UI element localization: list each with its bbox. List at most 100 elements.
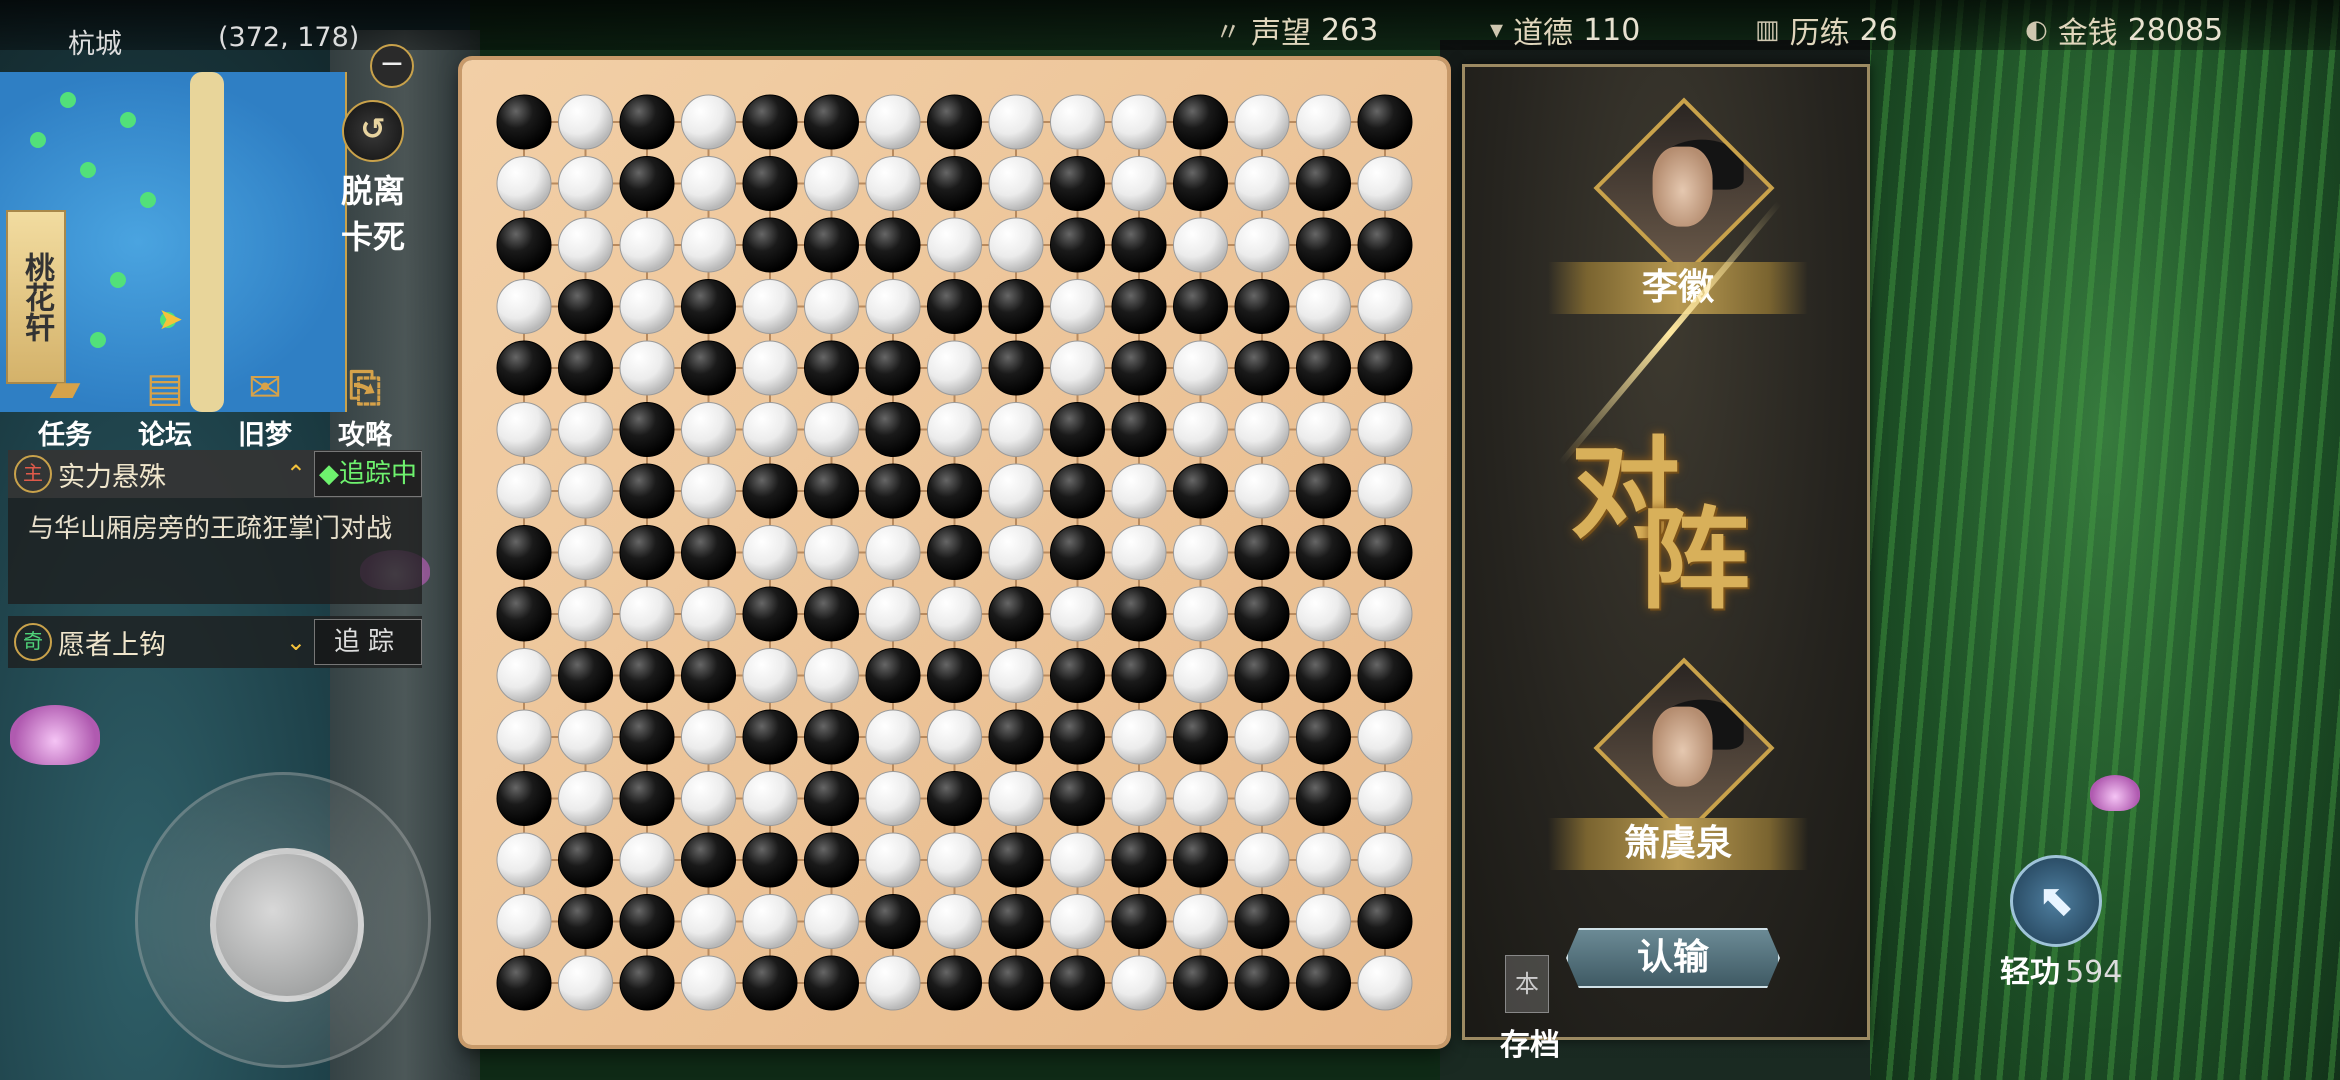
black-stone[interactable] [865,648,921,703]
white-stone[interactable] [1234,156,1290,211]
white-stone[interactable] [742,771,798,826]
black-stone[interactable] [865,217,921,273]
black-stone[interactable] [1111,217,1167,273]
black-stone[interactable] [496,771,552,826]
white-stone[interactable] [1234,402,1290,457]
black-stone[interactable] [1234,340,1290,396]
black-stone[interactable] [496,340,552,396]
white-stone[interactable] [742,525,798,580]
black-stone[interactable] [742,955,798,1011]
black-stone[interactable] [1050,217,1105,273]
white-stone[interactable] [927,402,982,457]
white-stone[interactable] [927,832,982,888]
white-stone[interactable] [558,709,613,765]
black-stone[interactable] [558,279,613,334]
black-stone[interactable] [988,832,1044,888]
white-stone[interactable] [1357,832,1413,888]
white-stone[interactable] [1357,586,1413,642]
white-stone[interactable] [1173,402,1228,457]
white-stone[interactable] [927,894,982,949]
white-stone[interactable] [865,279,921,334]
white-stone[interactable] [804,402,859,457]
black-stone[interactable] [804,832,859,888]
go-board[interactable] [462,60,1447,1045]
black-stone[interactable] [1296,525,1351,580]
black-stone[interactable] [1173,279,1228,334]
white-stone[interactable] [496,648,552,703]
black-stone[interactable] [927,94,982,150]
white-stone[interactable] [1357,463,1413,519]
white-stone[interactable] [927,586,982,642]
black-stone[interactable] [1050,463,1105,519]
black-stone[interactable] [742,832,798,888]
black-stone[interactable] [927,525,982,580]
white-stone[interactable] [558,94,613,150]
black-stone[interactable] [1234,586,1290,642]
black-stone[interactable] [1234,648,1290,703]
black-stone[interactable] [742,463,798,519]
white-stone[interactable] [681,955,736,1011]
black-stone[interactable] [619,894,675,949]
black-stone[interactable] [558,832,613,888]
white-stone[interactable] [865,709,921,765]
white-stone[interactable] [496,894,552,949]
black-stone[interactable] [1111,340,1167,396]
white-stone[interactable] [742,894,798,949]
save-icon[interactable]: 本 [1505,955,1549,1013]
black-stone[interactable] [988,340,1044,396]
white-stone[interactable] [1296,402,1351,457]
black-stone[interactable] [1050,648,1105,703]
black-stone[interactable] [1050,525,1105,580]
white-stone[interactable] [988,94,1044,150]
white-stone[interactable] [1234,832,1290,888]
black-stone[interactable] [927,279,982,334]
black-stone[interactable] [1050,955,1105,1011]
black-stone[interactable] [804,463,859,519]
black-stone[interactable] [1234,525,1290,580]
white-stone[interactable] [988,648,1044,703]
black-stone[interactable] [804,217,859,273]
black-stone[interactable] [619,94,675,150]
black-stone[interactable] [1050,709,1105,765]
white-stone[interactable] [865,94,921,150]
black-stone[interactable] [1357,894,1413,949]
black-stone[interactable] [988,279,1044,334]
black-stone[interactable] [681,832,736,888]
white-stone[interactable] [1296,894,1351,949]
white-stone[interactable] [1357,709,1413,765]
white-stone[interactable] [1296,832,1351,888]
white-stone[interactable] [1357,279,1413,334]
white-stone[interactable] [619,279,675,334]
black-stone[interactable] [1173,955,1228,1011]
black-stone[interactable] [865,402,921,457]
white-stone[interactable] [742,648,798,703]
black-stone[interactable] [1050,402,1105,457]
main-quest-header[interactable]: 主 实力悬殊 ⌃ ◆追踪中 [8,450,422,498]
white-stone[interactable] [1234,94,1290,150]
white-stone[interactable] [558,402,613,457]
black-stone[interactable] [558,894,613,949]
white-stone[interactable] [1050,340,1105,396]
black-stone[interactable] [1357,648,1413,703]
side-quest-track-button[interactable]: 追踪 [314,619,422,665]
black-stone[interactable] [988,955,1044,1011]
white-stone[interactable] [742,340,798,396]
white-stone[interactable] [865,955,921,1011]
black-stone[interactable] [927,156,982,211]
black-stone[interactable] [1111,832,1167,888]
black-stone[interactable] [804,94,859,150]
black-stone[interactable] [1296,156,1351,211]
white-stone[interactable] [496,709,552,765]
white-stone[interactable] [1357,402,1413,457]
black-stone[interactable] [988,894,1044,949]
black-stone[interactable] [1296,463,1351,519]
white-stone[interactable] [988,156,1044,211]
white-stone[interactable] [681,586,736,642]
white-stone[interactable] [496,402,552,457]
black-stone[interactable] [988,709,1044,765]
white-stone[interactable] [1173,586,1228,642]
white-stone[interactable] [558,955,613,1011]
white-stone[interactable] [927,340,982,396]
white-stone[interactable] [496,279,552,334]
chevron-up-icon[interactable]: ⌃ [286,460,306,488]
